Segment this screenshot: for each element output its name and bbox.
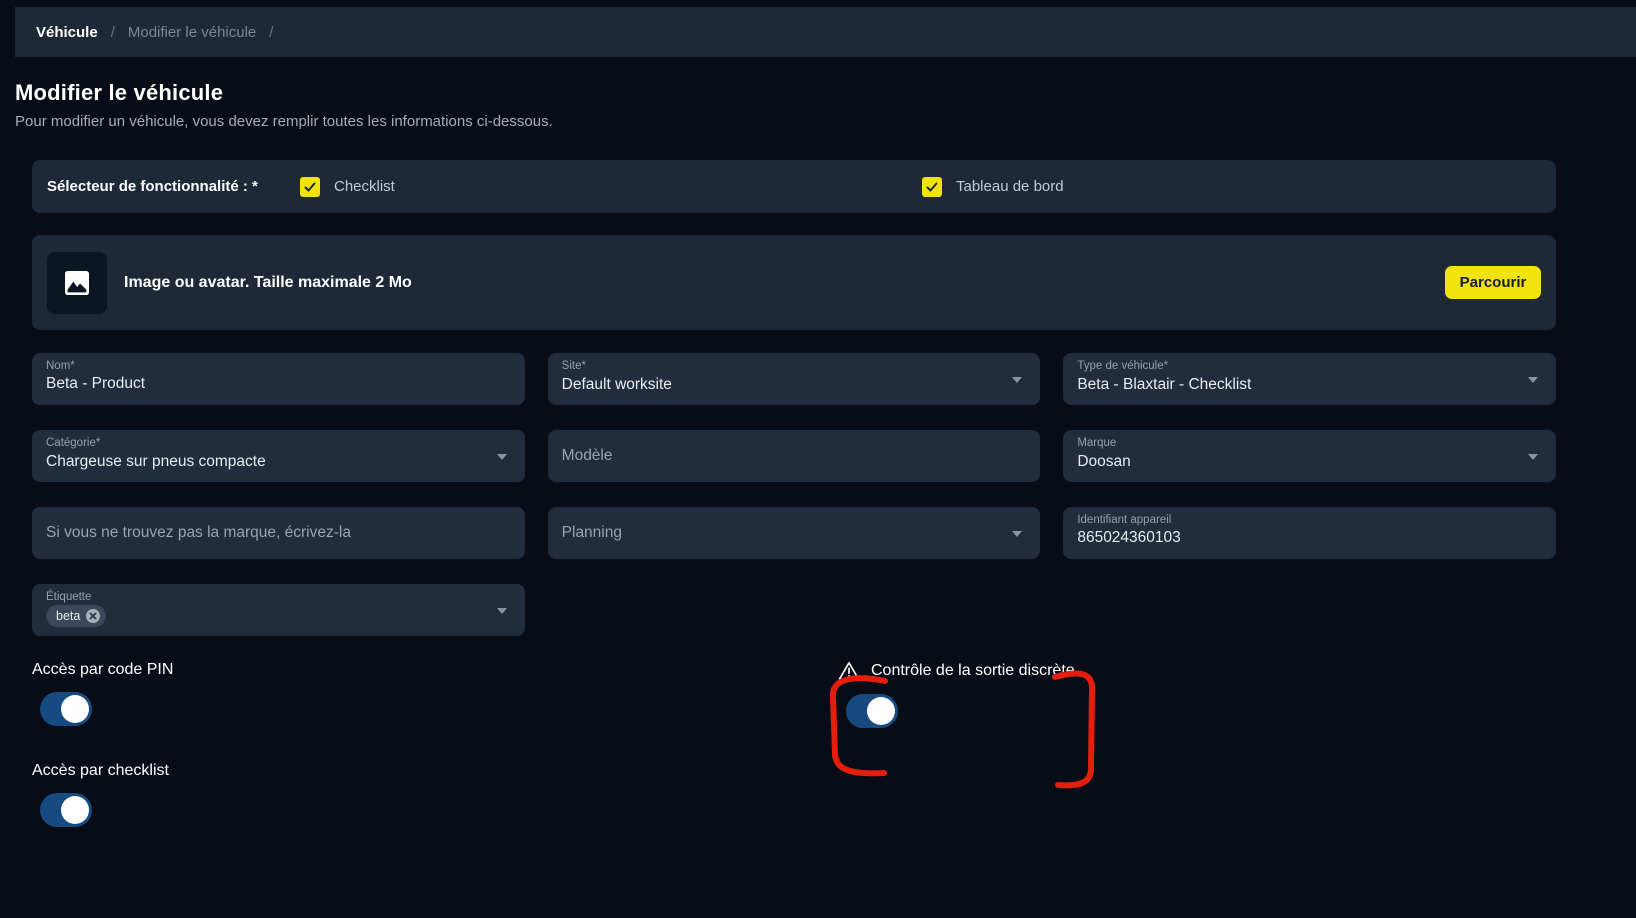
chevron-down-icon [1528, 377, 1538, 383]
name-field-label: Nom* [46, 360, 511, 372]
category-selected-value: Chargeuse sur pneus compacte [46, 453, 511, 471]
feature-selector-label: Sélecteur de fonctionnalité : * [47, 178, 258, 195]
breadcrumb-item-vehicule[interactable]: Véhicule [36, 24, 98, 41]
page-header: Modifier le véhicule Pour modifier un vé… [15, 80, 1636, 130]
feature-option-label: Checklist [334, 178, 395, 195]
device-id-field[interactable]: Identifiant appareil [1063, 507, 1556, 559]
image-upload-card: Image ou avatar. Taille maximale 2 Mo Pa… [32, 235, 1556, 330]
checklist-access-label: Accès par checklist [32, 762, 1556, 780]
browse-button[interactable]: Parcourir [1445, 266, 1541, 299]
form-grid: Nom* Site* Default worksite Type de véhi… [32, 353, 1556, 636]
device-id-input[interactable] [1077, 529, 1504, 547]
vehicle-type-selected-value: Beta - Blaxtair - Checklist [1077, 376, 1542, 394]
site-select-label: Site* [562, 360, 1027, 372]
name-input[interactable] [46, 375, 473, 393]
pin-access-toggle[interactable] [40, 692, 92, 726]
name-field[interactable]: Nom* [32, 353, 525, 405]
page-title: Modifier le véhicule [15, 80, 1636, 106]
brand-label: Marque [1077, 437, 1542, 449]
planning-input[interactable] [562, 524, 989, 542]
custom-brand-field[interactable] [32, 507, 525, 559]
pin-access-group: Accès par code PIN [32, 661, 1556, 726]
custom-brand-input[interactable] [46, 524, 473, 542]
model-field[interactable] [548, 430, 1041, 482]
category-select[interactable]: Catégorie* Chargeuse sur pneus compacte [32, 430, 525, 482]
model-input[interactable] [562, 447, 989, 465]
tag-select[interactable]: Étiquette beta [32, 584, 525, 636]
breadcrumb-item-modifier[interactable]: Modifier le véhicule [128, 24, 256, 41]
feature-selector-bar: Sélecteur de fonctionnalité : * Checklis… [32, 160, 1556, 213]
breadcrumb: Véhicule / Modifier le véhicule / [15, 7, 1636, 57]
checklist-access-toggle[interactable] [40, 793, 92, 827]
vehicle-type-select[interactable]: Type de véhicule* Beta - Blaxtair - Chec… [1063, 353, 1556, 405]
feature-option-label: Tableau de bord [956, 178, 1064, 195]
chevron-down-icon [497, 608, 507, 614]
discrete-output-group: Contrôle de la sortie discrète [838, 661, 1075, 728]
brand-selected-value: Doosan [1077, 453, 1542, 471]
discrete-output-label: Contrôle de la sortie discrète [871, 662, 1075, 680]
toggles-section: Accès par code PIN Accès par checklist C… [32, 661, 1556, 841]
breadcrumb-separator: / [269, 24, 273, 41]
feature-option-tableau-de-bord[interactable]: Tableau de bord [922, 177, 1064, 197]
tag-label: Étiquette [46, 591, 511, 603]
chevron-down-icon [1012, 531, 1022, 537]
planning-select[interactable] [548, 507, 1041, 559]
discrete-output-toggle[interactable] [846, 694, 898, 728]
tag-chip: beta [46, 605, 106, 627]
category-label: Catégorie* [46, 437, 511, 449]
image-placeholder-icon [47, 252, 107, 314]
site-selected-value: Default worksite [562, 376, 1027, 394]
site-select[interactable]: Site* Default worksite [548, 353, 1041, 405]
discrete-output-label-row: Contrôle de la sortie discrète [838, 661, 1075, 681]
tag-chip-text: beta [56, 609, 80, 623]
chevron-down-icon [1012, 377, 1022, 383]
feature-option-checklist[interactable]: Checklist [300, 177, 395, 197]
checklist-access-group: Accès par checklist [32, 762, 1556, 827]
chevron-down-icon [497, 454, 507, 460]
pin-access-label: Accès par code PIN [32, 661, 1556, 679]
device-id-label: Identifiant appareil [1077, 514, 1542, 526]
checkbox-checklist-icon[interactable] [300, 177, 320, 197]
breadcrumb-separator: / [111, 24, 115, 41]
checkbox-tableau-icon[interactable] [922, 177, 942, 197]
edit-vehicle-form: Sélecteur de fonctionnalité : * Checklis… [32, 160, 1556, 841]
tag-remove-icon[interactable] [85, 608, 101, 624]
warning-icon [838, 661, 860, 681]
brand-select[interactable]: Marque Doosan [1063, 430, 1556, 482]
vehicle-type-label: Type de véhicule* [1077, 360, 1542, 372]
page-subtitle: Pour modifier un véhicule, vous devez re… [15, 113, 1636, 130]
chevron-down-icon [1528, 454, 1538, 460]
upload-hint-text: Image ou avatar. Taille maximale 2 Mo [124, 274, 1445, 292]
